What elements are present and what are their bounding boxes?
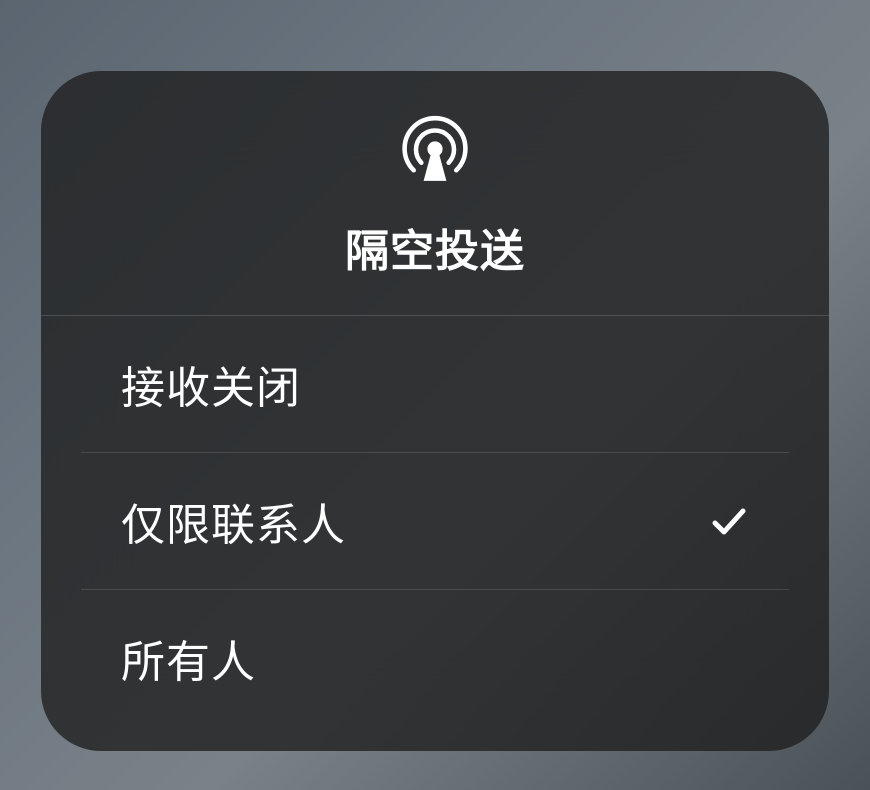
option-receiving-off[interactable]: 接收关闭 [81,316,789,453]
airdrop-icon [397,111,473,187]
option-contacts-only[interactable]: 仅限联系人 [81,453,789,590]
option-everyone[interactable]: 所有人 [81,590,789,726]
checkmark-icon [709,501,749,541]
panel-header: 隔空投送 [41,71,829,316]
option-label: 接收关闭 [121,352,301,416]
option-label: 仅限联系人 [121,489,346,553]
airdrop-settings-panel: 隔空投送 接收关闭 仅限联系人 所有人 [41,71,829,751]
panel-title: 隔空投送 [345,215,525,279]
option-label: 所有人 [121,626,256,690]
